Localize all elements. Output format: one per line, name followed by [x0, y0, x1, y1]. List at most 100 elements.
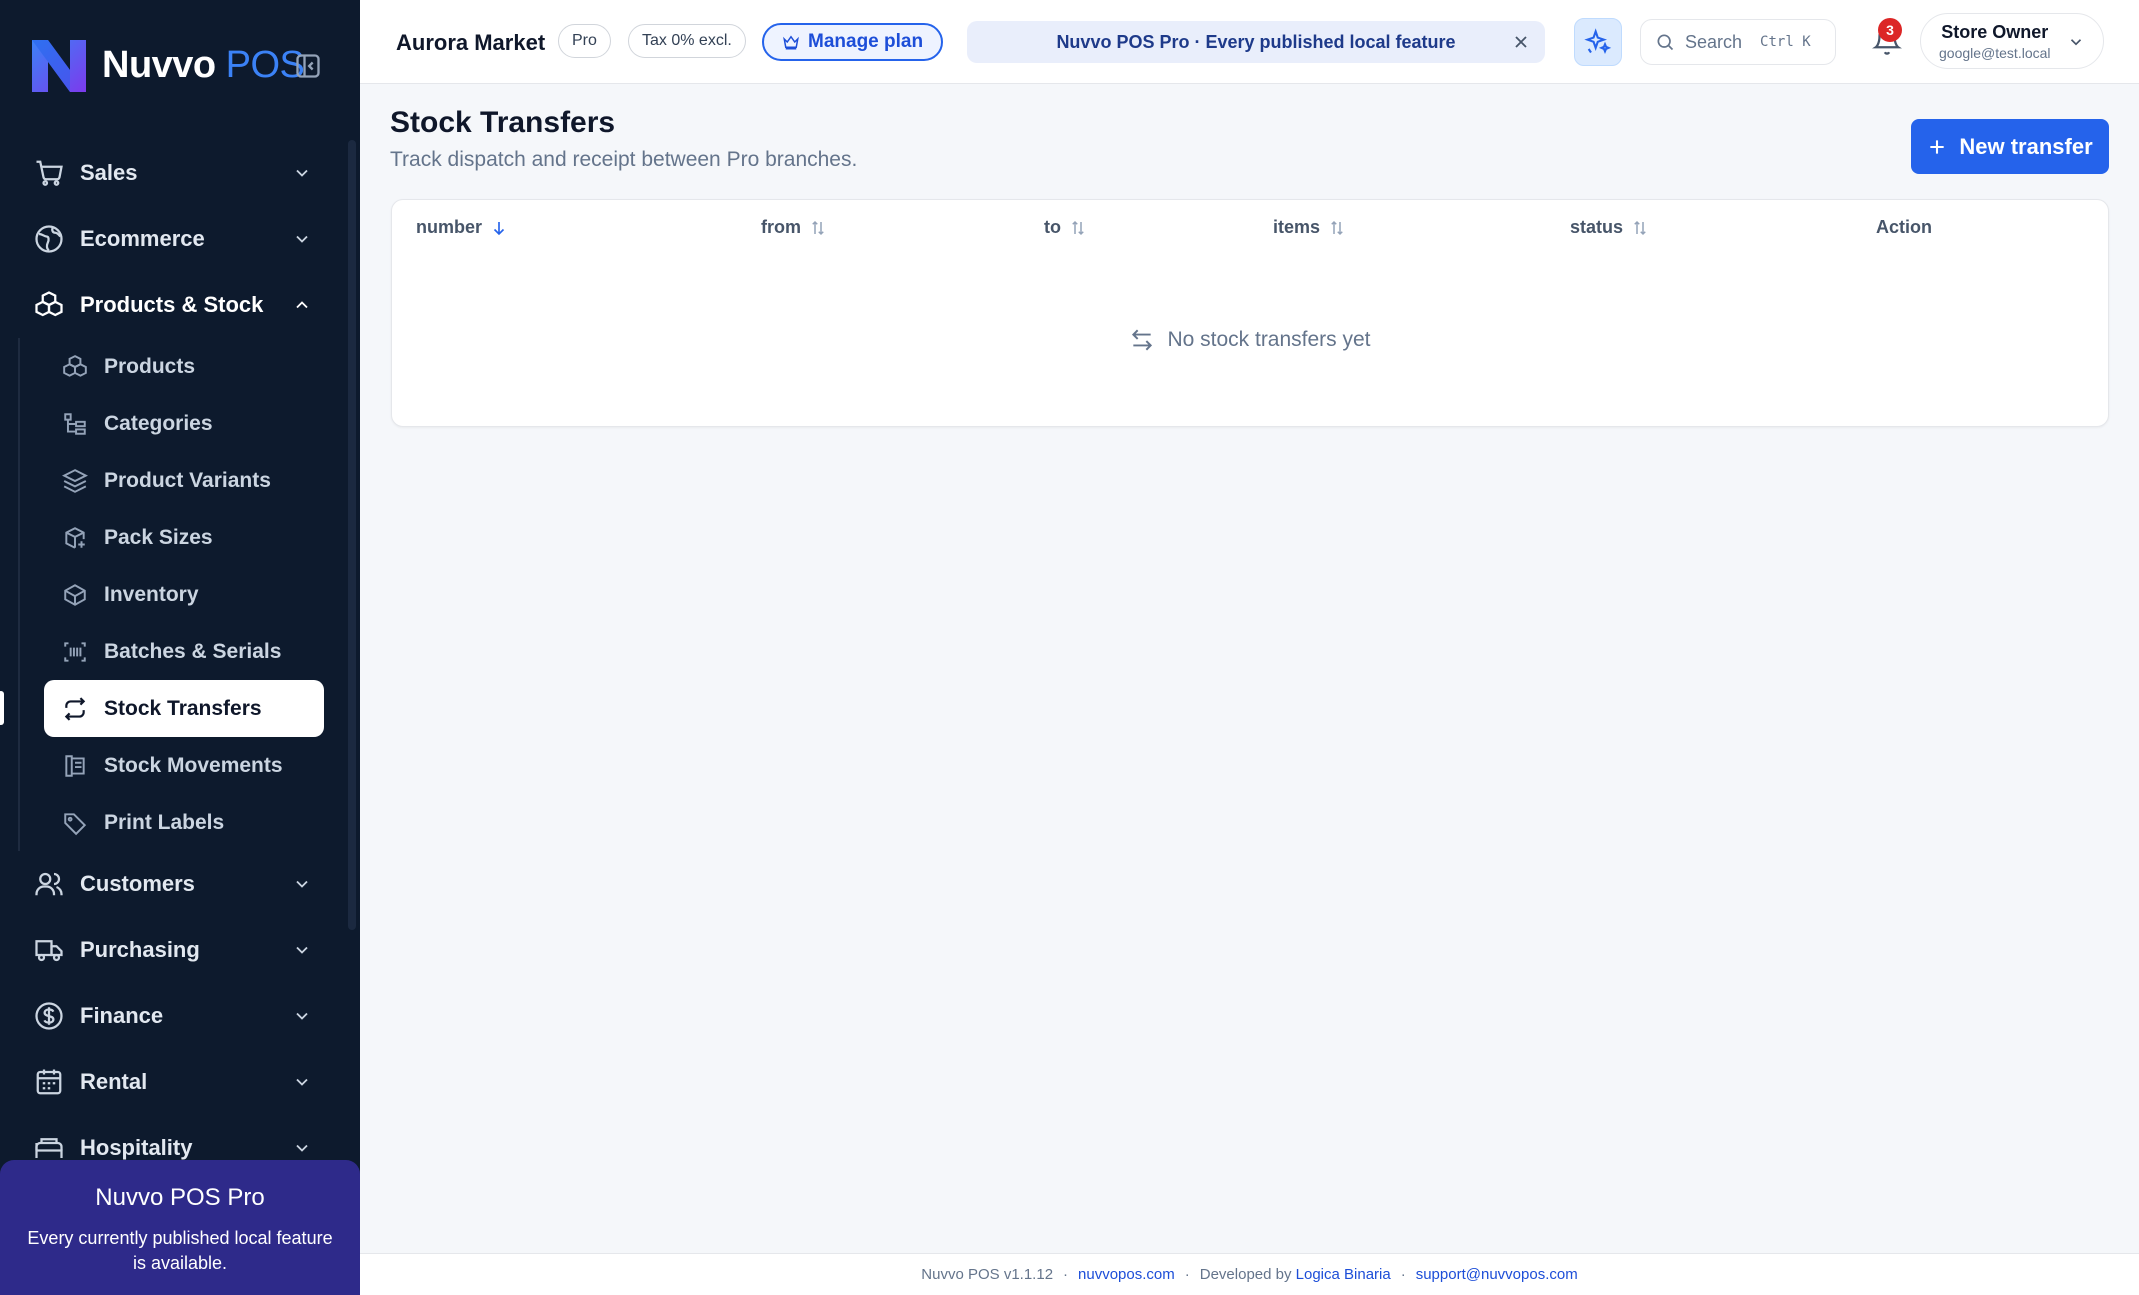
nav-group-products-stock[interactable]: Products & Stock: [0, 272, 352, 338]
column-header-number[interactable]: number: [416, 217, 508, 238]
sidebar-item-categories[interactable]: Categories: [20, 395, 324, 452]
user-info: Store Owner google@test.local: [1939, 22, 2051, 61]
sidebar-item-product-variants[interactable]: Product Variants: [20, 452, 324, 509]
user-email: google@test.local: [1939, 44, 2051, 61]
cart-icon: [36, 160, 63, 186]
search-icon: [1657, 34, 1674, 51]
sidebar-item-batches-serials[interactable]: Batches & Serials: [20, 623, 324, 680]
page-subtitle: Track dispatch and receipt between Pro b…: [390, 148, 858, 171]
sidebar-item-label: Batches & Serials: [104, 639, 282, 663]
top-header: Aurora Market Pro Tax 0% excl. Manage pl…: [360, 0, 2139, 84]
boxes-icon: [63, 354, 87, 377]
collapse-sidebar-icon[interactable]: [294, 52, 322, 80]
empty-state: No stock transfers yet: [392, 327, 2108, 353]
sort-icon: [812, 220, 824, 235]
sidebar-item-label: Stock Transfers: [104, 696, 262, 720]
nav-group-ecommerce[interactable]: Ecommerce: [0, 206, 352, 272]
nav-group-label: Finance: [80, 1003, 164, 1028]
sidebar-item-products[interactable]: Products: [20, 338, 324, 395]
user-name: Store Owner: [1941, 21, 2049, 42]
sidebar-item-label: Pack Sizes: [104, 525, 213, 549]
column-header-items[interactable]: items: [1273, 217, 1346, 238]
promo-text: Every currently published local feature …: [27, 1228, 333, 1273]
nav-group-purchasing[interactable]: Purchasing: [0, 917, 352, 983]
store-name: Aurora Market: [396, 30, 546, 55]
sidebar-item-print-labels[interactable]: Print Labels: [20, 794, 324, 851]
new-transfer-button[interactable]: New transfer: [1911, 119, 2109, 174]
plan-banner: Nuvvo POS Pro · Every published local fe…: [967, 21, 1545, 63]
column-label: from: [761, 217, 801, 237]
column-header-from[interactable]: from: [761, 217, 827, 238]
box-icon: [64, 583, 86, 606]
sparkles-icon: [1584, 28, 1612, 54]
footer-separator: ·: [1184, 1266, 1190, 1283]
brand-logo[interactable]: Nuvvo POS: [26, 30, 305, 100]
nav-group-finance[interactable]: Finance: [0, 983, 352, 1049]
nav-group-sales[interactable]: Sales: [0, 140, 352, 206]
active-indicator: [0, 691, 4, 725]
sidebar-item-label: Inventory: [104, 582, 199, 606]
footer-developer-link[interactable]: Logica Binaria: [1296, 1266, 1391, 1283]
nav-group-label: Customers: [80, 871, 195, 896]
plan-banner-text: Nuvvo POS Pro · Every published local fe…: [1056, 31, 1456, 52]
column-header-to[interactable]: to: [1044, 217, 1087, 238]
chevron-down-icon: [296, 235, 308, 243]
layers-icon: [62, 468, 88, 493]
column-header-status[interactable]: status: [1570, 217, 1649, 238]
footer-site-link[interactable]: nuvvopos.com: [1078, 1266, 1175, 1283]
globe-icon: [35, 225, 63, 253]
chevron-down-icon: [296, 1078, 308, 1086]
users-icon: [35, 872, 63, 896]
ledger-icon: [65, 754, 85, 777]
sidebar-item-label: Categories: [104, 411, 213, 435]
crown-icon: [783, 35, 799, 50]
notification-count-badge: 3: [1878, 18, 1902, 42]
chevron-down-icon: [296, 1144, 308, 1152]
nav-group-label: Hospitality: [80, 1135, 193, 1160]
transfers-table: number from to items status Action No st…: [391, 199, 2109, 427]
sidebar-nav: Sales Ecommerce Products & Stock Product…: [0, 140, 352, 1181]
user-menu[interactable]: Store Owner google@test.local: [1920, 13, 2104, 69]
nav-group-label: Purchasing: [80, 937, 200, 962]
chevron-down-icon: [296, 169, 308, 177]
plus-icon: [1930, 139, 1945, 154]
calendar-icon: [36, 1069, 62, 1095]
footer-support-link[interactable]: support@nuvvopos.com: [1416, 1266, 1578, 1283]
sidebar-item-label: Product Variants: [104, 468, 271, 492]
bed-icon: [35, 1138, 63, 1158]
search-input[interactable]: Search Ctrl K: [1640, 19, 1836, 65]
column-label: Action: [1876, 217, 1932, 237]
search-shortcut: Ctrl K: [1760, 34, 1811, 50]
chevron-down-icon: [296, 946, 308, 954]
active-item-wrapper: Stock Transfers: [0, 680, 352, 737]
page-footer: Nuvvo POS v1.1.12 · nuvvopos.com · Devel…: [360, 1253, 2139, 1295]
sort-descending-icon: [493, 221, 505, 235]
nuvvo-logo-icon: [32, 40, 86, 92]
chevron-down-icon: [2070, 39, 2082, 46]
sidebar-item-pack-sizes[interactable]: Pack Sizes: [20, 509, 324, 566]
page-title: Stock Transfers: [390, 106, 616, 139]
tree-icon: [64, 412, 86, 435]
chevron-down-icon: [296, 880, 308, 888]
nav-group-label: Ecommerce: [80, 226, 205, 251]
nav-group-customers[interactable]: Customers: [0, 851, 352, 917]
boxes-icon: [35, 291, 63, 317]
column-label: status: [1570, 217, 1624, 237]
nav-group-label: Products & Stock: [80, 292, 264, 317]
ai-assistant-button[interactable]: [1574, 18, 1622, 66]
manage-plan-label: Manage plan: [808, 31, 924, 52]
sidebar-item-stock-movements[interactable]: Stock Movements: [20, 737, 324, 794]
manage-plan-button[interactable]: Manage plan: [762, 23, 944, 61]
footer-separator: ·: [1063, 1266, 1069, 1283]
sidebar-item-label: Stock Movements: [104, 753, 283, 777]
search-placeholder: Search: [1685, 31, 1743, 52]
sidebar-item-stock-transfers[interactable]: Stock Transfers: [44, 680, 324, 737]
sidebar: Nuvvo POS Sales Ecommerce Products & Stoc…: [0, 0, 360, 1295]
tax-badge: Tax 0% excl.: [628, 24, 746, 58]
sidebar-item-inventory[interactable]: Inventory: [20, 566, 324, 623]
nav-group-label: Sales: [80, 160, 138, 185]
repeat-icon: [64, 696, 86, 721]
nav-group-rental[interactable]: Rental: [0, 1049, 352, 1115]
close-icon[interactable]: [1511, 32, 1531, 52]
pro-plan-card: Nuvvo POS Pro Every currently published …: [0, 1160, 360, 1295]
